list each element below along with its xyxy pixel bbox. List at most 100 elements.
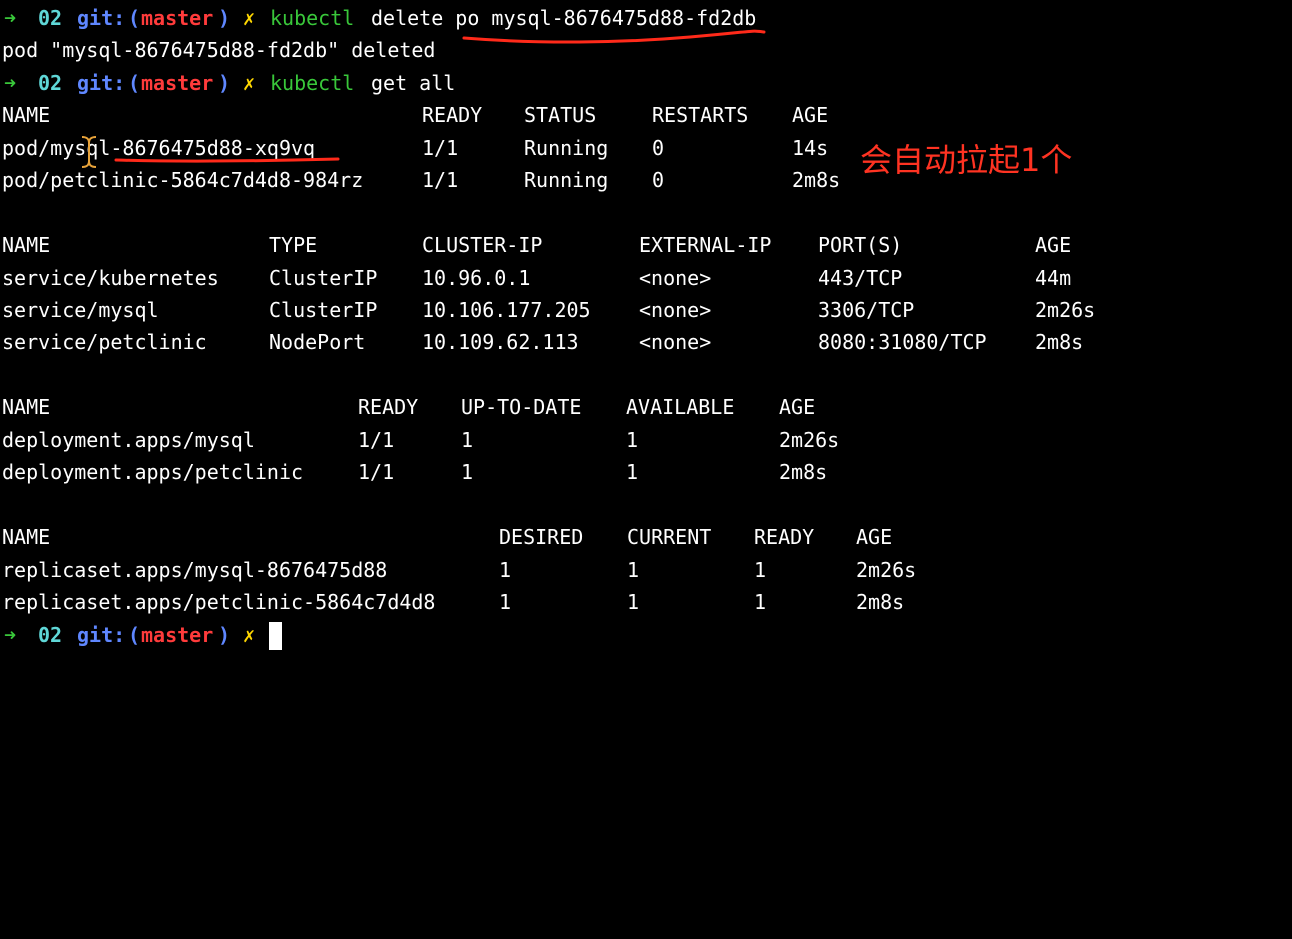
table-cell: 2m8s — [779, 460, 828, 484]
command-program: kubectl — [270, 71, 355, 95]
table-cell: replicaset.apps/petclinic-5864c7d4d8 — [2, 590, 436, 614]
table-cell: ClusterIP — [269, 266, 378, 290]
table-row: deployment.apps/mysql 1/1 1 1 2m26s — [0, 424, 839, 456]
annotation-note: 会自动拉起1个 — [860, 141, 1073, 179]
table-cell: <none> — [639, 298, 712, 322]
table-header-cell: STATUS — [524, 103, 597, 127]
command-program: kubectl — [270, 6, 355, 30]
table-cell: 2m26s — [1035, 298, 1096, 322]
table-row: replicaset.apps/mysql-8676475d88 1 1 1 2… — [0, 554, 916, 586]
prompt-dirty-icon: ✗ — [243, 71, 256, 95]
prompt-dirty-icon: ✗ — [243, 623, 256, 647]
table-cell: 1 — [754, 558, 767, 582]
table-header-cell: AGE — [792, 103, 829, 127]
table-cell: pod/petclinic-5864c7d4d8-984rz — [2, 168, 364, 192]
table-row: deployment.apps/petclinic 1/1 1 1 2m8s — [0, 456, 827, 488]
text-cursor — [269, 622, 282, 650]
table-header-cell: AVAILABLE — [626, 395, 735, 419]
table-cell: ClusterIP — [269, 298, 378, 322]
table-cell: deployment.apps/petclinic — [2, 460, 304, 484]
table-row: replicaset.apps/petclinic-5864c7d4d8 1 1… — [0, 586, 904, 618]
delete-output-text: pod "mysql-8676475d88-fd2db" deleted — [2, 38, 436, 62]
table-cell: deployment.apps/mysql — [2, 428, 255, 452]
table-cell: NodePort — [269, 330, 366, 354]
table-cell: replicaset.apps/mysql-8676475d88 — [2, 558, 388, 582]
prompt-dir: 02 — [38, 6, 63, 30]
prompt-dir: 02 — [38, 623, 63, 647]
table-header-cell: NAME — [2, 525, 51, 549]
delete-output-line: pod "mysql-8676475d88-fd2db" deleted — [0, 34, 435, 66]
prompt-line-get-all: ➜ 02 git: ( master ) ✗ kubectl get all — [0, 67, 455, 99]
prompt-open-paren: ( — [128, 71, 141, 95]
replicasets-header-row: NAME DESIRED CURRENT READY AGE — [0, 521, 892, 553]
table-cell: 3306/TCP — [818, 298, 915, 322]
table-header-cell: TYPE — [269, 233, 318, 257]
prompt-arrow-icon: ➜ — [4, 6, 17, 30]
table-cell: service/mysql — [2, 298, 159, 322]
prompt-open-paren: ( — [128, 623, 141, 647]
table-cell: Running — [524, 168, 609, 192]
prompt-branch: master — [141, 623, 214, 647]
table-header-cell: AGE — [779, 395, 816, 419]
table-cell: 1/1 — [358, 428, 395, 452]
prompt-dirty-icon: ✗ — [243, 6, 256, 30]
table-cell: 2m8s — [792, 168, 841, 192]
table-cell: 10.106.177.205 — [422, 298, 591, 322]
table-header-cell: AGE — [1035, 233, 1072, 257]
table-cell: <none> — [639, 266, 712, 290]
table-cell: service/kubernetes — [2, 266, 219, 290]
prompt-branch: master — [141, 71, 214, 95]
table-cell: 44m — [1035, 266, 1072, 290]
prompt-git-label: git: — [77, 623, 126, 647]
table-cell: 1 — [461, 460, 474, 484]
prompt-arrow-icon: ➜ — [4, 623, 17, 647]
table-header-cell: EXTERNAL-IP — [639, 233, 772, 257]
table-cell: 1/1 — [422, 168, 459, 192]
table-cell: 2m8s — [1035, 330, 1084, 354]
table-header-cell: NAME — [2, 103, 51, 127]
table-cell: 1/1 — [358, 460, 395, 484]
prompt-git-label: git: — [77, 6, 126, 30]
command-args: delete po mysql-8676475d88-fd2db — [371, 6, 757, 30]
table-cell: 2m8s — [856, 590, 905, 614]
table-row: service/kubernetes ClusterIP 10.96.0.1 <… — [0, 262, 1071, 294]
prompt-close-paren: ) — [218, 6, 231, 30]
prompt-line-current[interactable]: ➜ 02 git: ( master ) ✗ — [0, 619, 282, 651]
table-cell: 1 — [626, 460, 639, 484]
table-header-cell: READY — [422, 103, 483, 127]
table-cell: 1 — [626, 428, 639, 452]
prompt-dir: 02 — [38, 71, 63, 95]
table-header-cell: UP-TO-DATE — [461, 395, 582, 419]
table-cell: 0 — [652, 168, 665, 192]
table-cell: 1 — [627, 590, 640, 614]
table-cell: 0 — [652, 136, 665, 160]
table-cell: pod/mysql-8676475d88-xq9vq — [2, 136, 316, 160]
prompt-open-paren: ( — [128, 6, 141, 30]
table-cell: <none> — [639, 330, 712, 354]
table-row: pod/mysql-8676475d88-xq9vq 1/1 Running 0… — [0, 132, 828, 164]
table-header-cell: AGE — [856, 525, 893, 549]
prompt-close-paren: ) — [218, 71, 231, 95]
table-row: service/petclinic NodePort 10.109.62.113… — [0, 326, 1083, 358]
table-cell: Running — [524, 136, 609, 160]
table-header-cell: READY — [754, 525, 815, 549]
table-header-cell: NAME — [2, 233, 51, 257]
prompt-git-label: git: — [77, 71, 126, 95]
table-cell: 10.96.0.1 — [422, 266, 531, 290]
table-cell: 1 — [499, 590, 512, 614]
table-cell: 10.109.62.113 — [422, 330, 579, 354]
pods-header-row: NAME READY STATUS RESTARTS AGE — [0, 99, 828, 131]
table-header-cell: CURRENT — [627, 525, 712, 549]
table-header-cell: READY — [358, 395, 419, 419]
table-cell: 1 — [461, 428, 474, 452]
table-cell: 2m26s — [856, 558, 917, 582]
command-args: get all — [371, 71, 456, 95]
table-header-cell: PORT(S) — [818, 233, 903, 257]
prompt-arrow-icon: ➜ — [4, 71, 17, 95]
prompt-branch: master — [141, 6, 214, 30]
table-cell: 2m26s — [779, 428, 840, 452]
table-header-cell: RESTARTS — [652, 103, 749, 127]
terminal-window[interactable]: ➜ 02 git: ( master ) ✗ kubectl delete po… — [0, 0, 1292, 650]
table-header-cell: NAME — [2, 395, 51, 419]
table-cell: 1/1 — [422, 136, 459, 160]
